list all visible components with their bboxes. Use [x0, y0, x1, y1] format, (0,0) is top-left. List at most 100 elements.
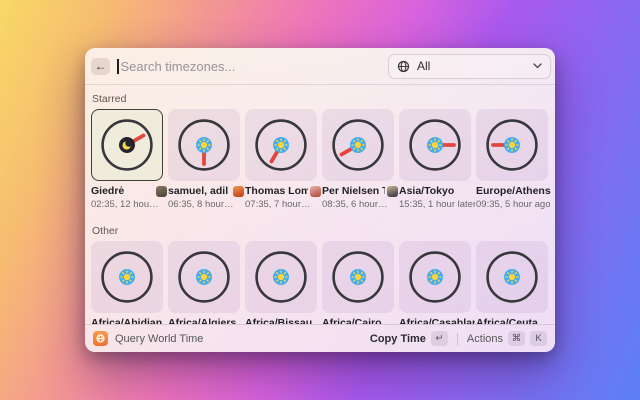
- sun-badge: [350, 269, 366, 285]
- timezone-card[interactable]: [476, 109, 548, 181]
- copy-time-label: Copy Time: [370, 333, 426, 345]
- timezone-name: Africa/Abidjan: [91, 317, 167, 324]
- avatar: [387, 186, 398, 197]
- text-caret: [117, 59, 119, 74]
- sun-badge: [196, 137, 212, 153]
- search-placeholder: Search timezones...: [121, 59, 236, 74]
- return-keycap: ↵: [431, 331, 448, 346]
- sun-badge: [196, 269, 212, 285]
- timezone-item: Per Nielsen Ti… 08:35, 6 hour…: [322, 109, 394, 211]
- timezone-card[interactable]: [168, 109, 240, 181]
- timezone-name: Thomas Lom…: [245, 185, 308, 197]
- timezone-name: Europe/Athens: [476, 185, 552, 197]
- timezone-item: Africa/Casablanca: [399, 241, 471, 324]
- sun-badge: [273, 269, 289, 285]
- filter-dropdown[interactable]: All: [388, 54, 551, 79]
- app-globe-icon: [93, 331, 108, 346]
- avatar: [156, 186, 167, 197]
- timezone-time-offset: 06:35, 8 hour…: [168, 199, 244, 211]
- sun-badge: [427, 137, 443, 153]
- cmd-keycap: ⌘: [508, 331, 525, 346]
- timezone-item: Africa/Ceuta: [476, 241, 548, 324]
- timezone-item: Giedrė 02:35, 12 hou…: [91, 109, 163, 211]
- moon-badge: [119, 137, 135, 153]
- timezone-name: samuel, adil: [168, 185, 231, 197]
- clock-face: [485, 118, 539, 172]
- timezone-caption: Africa/Abidjan: [91, 317, 167, 324]
- clock-face: [408, 118, 462, 172]
- sun-badge: [350, 137, 366, 153]
- avatar: [310, 186, 321, 197]
- globe-icon: [397, 60, 410, 73]
- arrow-left-icon: ←: [95, 59, 107, 73]
- timezone-item: Africa/Bissau: [245, 241, 317, 324]
- timezone-caption: Giedrė 02:35, 12 hou…: [91, 185, 167, 211]
- timezone-time-offset: 07:35, 7 hour…: [245, 199, 321, 211]
- timezone-card[interactable]: [91, 241, 163, 313]
- starred-grid: Giedrė 02:35, 12 hou…: [91, 109, 549, 211]
- clock-face: [177, 250, 231, 304]
- sun-badge: [273, 137, 289, 153]
- timezone-caption: Asia/Tokyo 15:35, 1 hour later: [399, 185, 475, 211]
- actions-label: Actions: [467, 333, 503, 345]
- search-input[interactable]: Search timezones...: [117, 59, 388, 74]
- section-label-other: Other: [92, 225, 549, 237]
- other-grid: Africa/Abidjan: [91, 241, 549, 324]
- timezone-caption: Africa/Bissau: [245, 317, 321, 324]
- timezone-card[interactable]: [322, 109, 394, 181]
- timezone-caption: Africa/Ceuta: [476, 317, 552, 324]
- action-bar: Query World Time Copy Time ↵ Actions ⌘ K: [85, 324, 555, 352]
- sun-badge: [119, 269, 135, 285]
- timezone-item: Africa/Cairo: [322, 241, 394, 324]
- actions-button[interactable]: Actions ⌘ K: [467, 331, 547, 346]
- k-keycap: K: [530, 331, 547, 346]
- sun-badge: [504, 269, 520, 285]
- timezone-card[interactable]: [322, 241, 394, 313]
- app-name: Query World Time: [115, 333, 203, 345]
- timezone-name: Africa/Algiers: [168, 317, 244, 324]
- timezone-name: Africa/Cairo: [322, 317, 398, 324]
- copy-time-button[interactable]: Copy Time ↵: [370, 331, 448, 346]
- timezone-item: Asia/Tokyo 15:35, 1 hour later: [399, 109, 471, 211]
- timezone-name: Africa/Casablanca: [399, 317, 475, 324]
- timezone-name: Per Nielsen Ti…: [322, 185, 385, 197]
- clock-face: [485, 250, 539, 304]
- desktop: { "header": { "back_icon": "←", "search"…: [0, 0, 640, 400]
- timezone-card[interactable]: [476, 241, 548, 313]
- avatar: [233, 186, 244, 197]
- timezone-time-offset: 15:35, 1 hour later: [399, 199, 475, 211]
- timezone-name: Africa/Ceuta: [476, 317, 552, 324]
- timezone-card[interactable]: [399, 109, 471, 181]
- clock-face: [100, 250, 154, 304]
- timezone-card[interactable]: [245, 109, 317, 181]
- search-header: ← Search timezones... All: [85, 48, 555, 85]
- back-button[interactable]: ←: [91, 58, 110, 75]
- timezone-card[interactable]: [91, 109, 163, 181]
- timezone-item: Europe/Athens 09:35, 5 hour ago: [476, 109, 548, 211]
- timezone-item: Africa/Abidjan: [91, 241, 163, 324]
- timezone-item: Thomas Lom… 07:35, 7 hour…: [245, 109, 317, 211]
- timezone-item: Africa/Algiers: [168, 241, 240, 324]
- filter-value: All: [417, 59, 526, 73]
- timezone-card[interactable]: [245, 241, 317, 313]
- timezone-time-offset: 09:35, 5 hour ago: [476, 199, 552, 211]
- clock-face: [177, 118, 231, 172]
- chevron-down-icon: [533, 63, 542, 69]
- footer-divider: [457, 333, 458, 345]
- clock-face: [408, 250, 462, 304]
- clock-face: [331, 250, 385, 304]
- timezone-caption: Africa/Cairo: [322, 317, 398, 324]
- raycast-window: ← Search timezones... All Starred: [85, 48, 555, 352]
- timezone-time-offset: 02:35, 12 hou…: [91, 199, 167, 211]
- timezone-caption: Europe/Athens 09:35, 5 hour ago: [476, 185, 552, 211]
- timezone-time-offset: 08:35, 6 hour…: [322, 199, 398, 211]
- timezone-card[interactable]: [168, 241, 240, 313]
- sun-badge: [427, 269, 443, 285]
- clock-face: [331, 118, 385, 172]
- timezone-card[interactable]: [399, 241, 471, 313]
- timezone-name: Giedrė: [91, 185, 154, 197]
- timezone-caption: Thomas Lom… 07:35, 7 hour…: [245, 185, 321, 211]
- timezone-caption: samuel, adil 06:35, 8 hour…: [168, 185, 244, 211]
- clock-face: [254, 250, 308, 304]
- timezone-caption: Per Nielsen Ti… 08:35, 6 hour…: [322, 185, 398, 211]
